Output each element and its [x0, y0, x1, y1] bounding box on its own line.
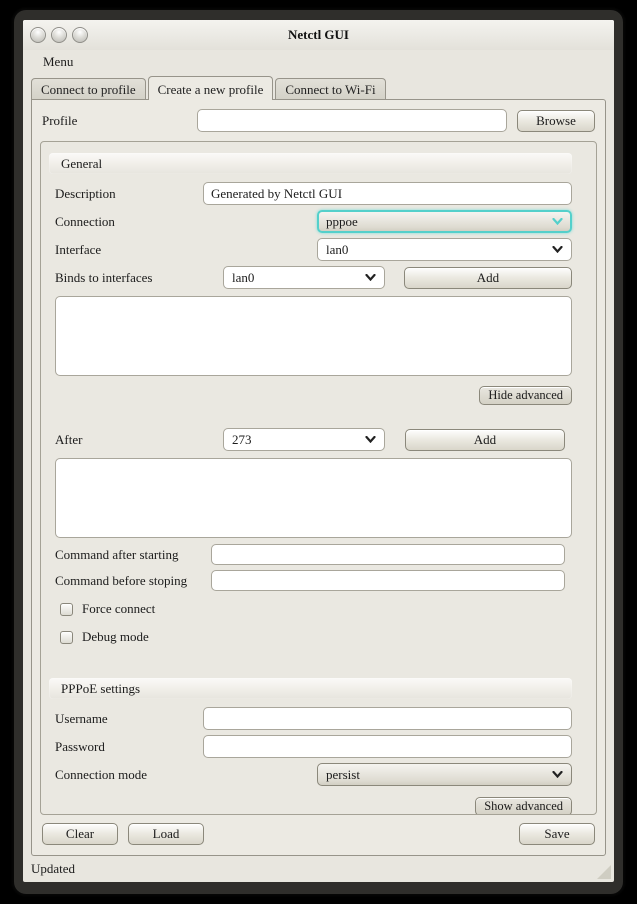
- chevron-down-icon: [552, 218, 563, 225]
- show-advanced-button[interactable]: Show advanced: [475, 797, 572, 815]
- browse-button[interactable]: Browse: [517, 110, 595, 132]
- create-profile-panel: Profile Browse General Description Conne…: [31, 99, 606, 856]
- titlebar[interactable]: Netctl GUI: [23, 20, 614, 50]
- after-selected-value: 273: [232, 432, 365, 448]
- profile-input[interactable]: [197, 109, 507, 132]
- description-input[interactable]: [203, 182, 572, 205]
- binds-add-button[interactable]: Add: [404, 267, 572, 289]
- connection-select[interactable]: pppoe: [317, 210, 572, 233]
- profile-label: Profile: [42, 113, 197, 129]
- hide-advanced-button[interactable]: Hide advanced: [479, 386, 572, 405]
- profile-settings-scroll-area[interactable]: General Description Connection pppoe: [40, 141, 597, 815]
- pppoe-section-header: PPPoE settings: [49, 678, 572, 699]
- force-connect-checkbox[interactable]: [60, 603, 73, 616]
- profile-row: Profile Browse: [32, 100, 605, 138]
- connection-mode-select[interactable]: persist: [317, 763, 572, 786]
- interface-select[interactable]: lan0: [317, 238, 572, 261]
- general-section-title: General: [61, 156, 102, 172]
- clear-button[interactable]: Clear: [42, 823, 118, 845]
- binds-interface-select[interactable]: lan0: [223, 266, 385, 289]
- password-input[interactable]: [203, 735, 572, 758]
- connection-label: Connection: [55, 214, 203, 230]
- binds-selected-value: lan0: [232, 270, 365, 286]
- tab-connect-to-profile[interactable]: Connect to profile: [31, 78, 146, 99]
- general-section-header: General: [49, 153, 572, 174]
- debug-mode-label: Debug mode: [82, 629, 149, 645]
- connection-mode-selected-value: persist: [326, 767, 552, 783]
- netctl-gui-window: Netctl GUI Menu Connect to profile Creat…: [23, 20, 614, 882]
- connection-selected-value: pppoe: [326, 214, 552, 230]
- command-after-input[interactable]: [211, 544, 565, 565]
- binds-list[interactable]: [55, 296, 572, 376]
- status-text: Updated: [31, 861, 75, 877]
- binds-label: Binds to interfaces: [55, 270, 223, 286]
- description-label: Description: [55, 186, 203, 202]
- interface-label: Interface: [55, 242, 203, 258]
- pppoe-section-title: PPPoE settings: [61, 681, 140, 697]
- debug-mode-row: Debug mode: [60, 629, 572, 645]
- password-label: Password: [55, 739, 203, 755]
- username-input[interactable]: [203, 707, 572, 730]
- window-frame: Netctl GUI Menu Connect to profile Creat…: [14, 10, 623, 894]
- tab-create-a-new-profile[interactable]: Create a new profile: [148, 76, 274, 100]
- username-row: Username: [55, 707, 572, 730]
- tab-connect-to-wifi[interactable]: Connect to Wi-Fi: [275, 78, 385, 99]
- force-connect-label: Force connect: [82, 601, 155, 617]
- menu-item-menu[interactable]: Menu: [37, 52, 79, 72]
- after-label: After: [55, 432, 223, 448]
- connection-mode-row: Connection mode persist: [55, 763, 572, 786]
- statusbar: Updated: [23, 856, 614, 882]
- interface-selected-value: lan0: [326, 242, 552, 258]
- connection-mode-label: Connection mode: [55, 767, 203, 783]
- username-label: Username: [55, 711, 203, 727]
- after-select[interactable]: 273: [223, 428, 385, 451]
- after-add-button[interactable]: Add: [405, 429, 565, 451]
- after-row: After 273 Add: [55, 428, 572, 451]
- command-after-label: Command after starting: [55, 547, 211, 563]
- actions-row: Clear Load Save: [32, 821, 605, 855]
- chevron-down-icon: [365, 436, 376, 443]
- interface-row: Interface lan0: [55, 238, 572, 261]
- after-list[interactable]: [55, 458, 572, 538]
- debug-mode-checkbox[interactable]: [60, 631, 73, 644]
- command-after-row: Command after starting: [55, 544, 572, 565]
- connection-row: Connection pppoe: [55, 210, 572, 233]
- password-row: Password: [55, 735, 572, 758]
- command-before-row: Command before stoping: [55, 570, 572, 591]
- hide-advanced-row: Hide advanced: [55, 386, 572, 405]
- load-button[interactable]: Load: [128, 823, 204, 845]
- save-button[interactable]: Save: [519, 823, 595, 845]
- menubar: Menu: [23, 50, 614, 74]
- chevron-down-icon: [365, 274, 376, 281]
- show-advanced-row: Show advanced: [55, 797, 572, 815]
- chevron-down-icon: [552, 771, 563, 778]
- binds-row: Binds to interfaces lan0 Add: [55, 266, 572, 289]
- force-connect-row: Force connect: [60, 601, 572, 617]
- command-before-label: Command before stoping: [55, 573, 211, 589]
- resize-grip-icon[interactable]: [597, 865, 611, 879]
- description-row: Description: [55, 182, 572, 205]
- window-title: Netctl GUI: [23, 27, 614, 43]
- tab-bar: Connect to profile Create a new profile …: [23, 74, 614, 99]
- command-before-input[interactable]: [211, 570, 565, 591]
- chevron-down-icon: [552, 246, 563, 253]
